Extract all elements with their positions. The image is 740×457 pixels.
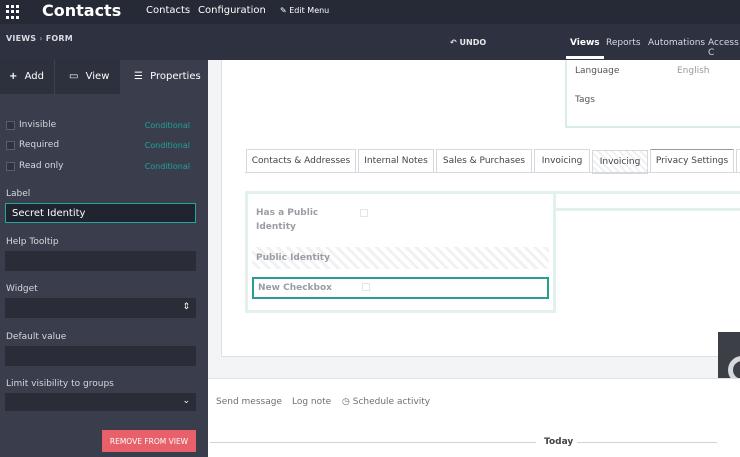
log-note-button[interactable]: Log note <box>292 397 331 407</box>
monitor-icon: ▭ <box>69 71 79 82</box>
today-label: Today <box>544 437 574 447</box>
undo-label: UNDO <box>459 38 487 47</box>
tab-contacts-addresses[interactable]: Contacts & Addresses <box>246 149 356 173</box>
new-checkbox-label: New Checkbox <box>258 283 332 293</box>
apps-grid-icon[interactable] <box>6 5 20 19</box>
schedule-activity-button[interactable]: ◷ Schedule activity <box>342 397 430 407</box>
invisible-label: Invisible <box>19 120 57 130</box>
chatter: Send message Log note ◷ Schedule activit… <box>208 378 740 457</box>
menu-configuration[interactable]: Configuration <box>198 5 266 16</box>
invisible-option: Invisible Conditional <box>6 120 196 134</box>
edit-menu-label: Edit Menu <box>289 6 330 15</box>
required-label: Required <box>19 140 60 150</box>
default-value-input[interactable] <box>5 346 196 366</box>
sidebar-tab-view-label: View <box>85 71 110 82</box>
undo-icon: ↶ <box>450 38 457 47</box>
remove-from-view-button[interactable]: REMOVE FROM VIEW <box>102 430 196 452</box>
default-value-title: Default value <box>6 332 67 342</box>
schedule-activity-label: Schedule activity <box>352 397 431 407</box>
undo-button[interactable]: ↶ UNDO <box>450 38 486 47</box>
tab-invoicing[interactable]: Invoicing <box>534 149 590 173</box>
breadcrumb: VIEWS › FORM <box>6 34 73 43</box>
breadcrumb-views[interactable]: VIEWS <box>6 34 36 43</box>
new-checkbox-row[interactable]: New Checkbox <box>252 277 549 299</box>
public-identity-label: Public Identity <box>256 253 330 263</box>
groups-title: Limit visibility to groups <box>6 379 114 389</box>
top-navbar: Contacts Contacts Configuration ✎ Edit M… <box>0 0 740 24</box>
language-tags-group: Language English Tags <box>565 60 740 128</box>
required-option: Required Conditional <box>6 140 196 154</box>
widget-select[interactable]: ⇕ <box>5 298 196 318</box>
tab-invoicing-hidden[interactable]: Invoicing <box>592 150 648 174</box>
chevron-down-icon: ⌄ <box>182 396 190 406</box>
has-public-identity-checkbox[interactable] <box>360 209 368 217</box>
menu-contacts[interactable]: Contacts <box>146 5 190 16</box>
widget-title: Widget <box>6 284 38 294</box>
clock-icon: ◷ <box>342 397 350 407</box>
tab-sales-purchases[interactable]: Sales & Purchases <box>436 149 532 173</box>
new-checkbox-checkbox[interactable] <box>362 283 370 291</box>
properties-sidebar: + Add ▭ View ☰ Properties Invisible Cond… <box>0 60 208 457</box>
public-identity-row[interactable]: Public Identity <box>252 247 549 269</box>
sidebar-tabs: + Add ▭ View ☰ Properties <box>0 60 208 94</box>
tab-views[interactable]: Views <box>566 38 604 59</box>
readonly-conditional-link[interactable]: Conditional <box>145 162 190 171</box>
required-checkbox[interactable] <box>6 141 15 150</box>
today-divider-left <box>210 442 536 443</box>
help-tooltip-title: Help Tooltip <box>6 237 59 247</box>
updown-icon: ⇕ <box>182 302 190 312</box>
privacy-group: Has a Public Identity Public Identity Ne… <box>245 191 556 313</box>
sidebar-tab-add-label: Add <box>24 71 44 82</box>
label-input[interactable]: Secret Identity <box>5 203 196 223</box>
readonly-label: Read only <box>19 161 64 171</box>
readonly-option: Read only Conditional <box>6 161 196 175</box>
sidebar-tab-add[interactable]: + Add <box>0 60 54 94</box>
list-icon: ☰ <box>134 71 143 82</box>
privacy-group-right <box>556 191 740 211</box>
tab-access[interactable]: Access C <box>708 38 740 58</box>
help-tooltip-input[interactable] <box>5 251 196 271</box>
send-message-button[interactable]: Send message <box>216 397 282 407</box>
sidebar-tab-view[interactable]: ▭ View <box>54 60 120 94</box>
edit-menu-link[interactable]: ✎ Edit Menu <box>280 6 329 15</box>
has-public-identity-row[interactable]: Has a Public Identity <box>252 204 549 236</box>
invisible-checkbox[interactable] <box>6 121 15 130</box>
breadcrumb-form: FORM <box>45 34 73 43</box>
sidebar-tab-properties-label: Properties <box>150 71 201 82</box>
language-value[interactable]: English <box>677 66 710 76</box>
required-conditional-link[interactable]: Conditional <box>145 141 190 150</box>
app-title: Contacts <box>42 1 122 20</box>
pencil-icon: ✎ <box>280 6 287 15</box>
invisible-conditional-link[interactable]: Conditional <box>145 121 190 130</box>
language-label[interactable]: Language <box>575 66 619 76</box>
form-editor: Language English Tags Contacts & Address… <box>208 60 740 457</box>
tab-reports[interactable]: Reports <box>606 38 641 48</box>
readonly-checkbox[interactable] <box>6 162 15 171</box>
has-public-identity-label: Has a Public Identity <box>256 208 319 232</box>
plus-icon: + <box>9 71 18 82</box>
tab-add-page[interactable] <box>736 149 740 173</box>
tags-label[interactable]: Tags <box>575 95 595 105</box>
studio-toolbar: VIEWS › FORM ↶ UNDO Views Reports Automa… <box>0 24 740 60</box>
notebook-divider <box>245 172 740 173</box>
tab-automations[interactable]: Automations <box>648 38 705 48</box>
sidebar-tab-properties[interactable]: ☰ Properties <box>120 60 208 94</box>
tab-privacy-settings[interactable]: Privacy Settings <box>650 149 734 173</box>
tab-internal-notes[interactable]: Internal Notes <box>358 149 434 173</box>
groups-select[interactable]: ⌄ <box>5 393 196 411</box>
label-field-title: Label <box>6 189 31 199</box>
today-divider-right <box>577 442 717 443</box>
